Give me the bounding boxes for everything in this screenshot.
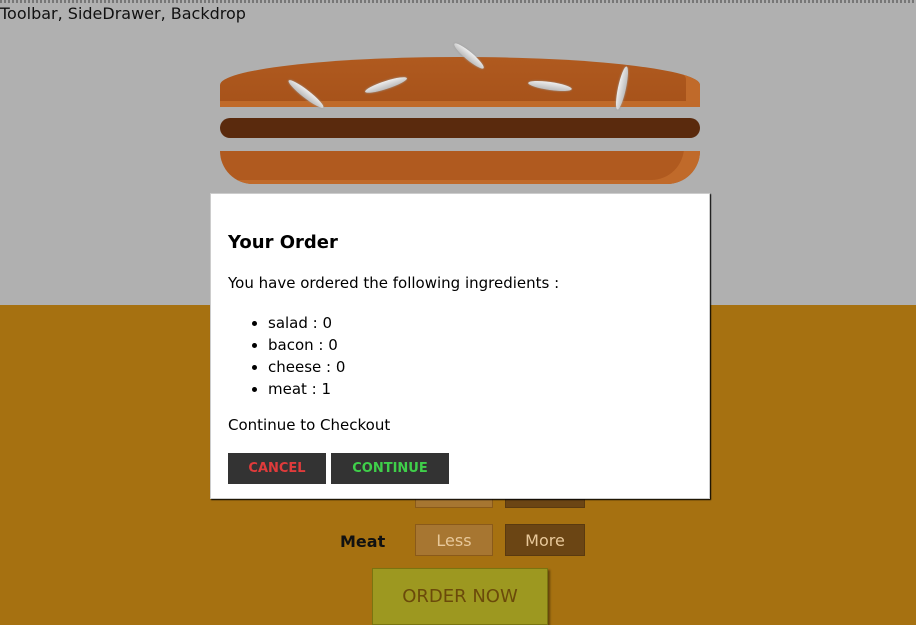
continue-prompt: Continue to Checkout	[228, 416, 391, 434]
cancel-button[interactable]: CANCEL	[228, 453, 326, 484]
control-label: Meat	[340, 532, 386, 551]
list-item: meat : 1	[268, 378, 345, 400]
continue-button[interactable]: CONTINUE	[331, 453, 449, 484]
more-button[interactable]: More	[505, 524, 585, 556]
toolbar-placeholder-text: Toolbar, SideDrawer, Backdrop	[0, 4, 246, 23]
list-item: bacon : 0	[268, 334, 345, 356]
bread-bottom	[220, 151, 700, 184]
order-now-button[interactable]: ORDER NOW	[372, 568, 548, 625]
top-rule	[0, 0, 916, 3]
modal-intro: You have ordered the following ingredien…	[228, 274, 560, 292]
list-item: cheese : 0	[268, 356, 345, 378]
ingredient-list: salad : 0 bacon : 0 cheese : 0 meat : 1	[228, 312, 345, 400]
build-control-meat: Meat Less More	[0, 524, 916, 558]
list-item: salad : 0	[268, 312, 345, 334]
ingredient-meat	[220, 118, 700, 138]
modal-title: Your Order	[228, 232, 338, 253]
order-summary-modal: Your Order You have ordered the followin…	[210, 193, 710, 499]
less-button[interactable]: Less	[415, 524, 493, 556]
